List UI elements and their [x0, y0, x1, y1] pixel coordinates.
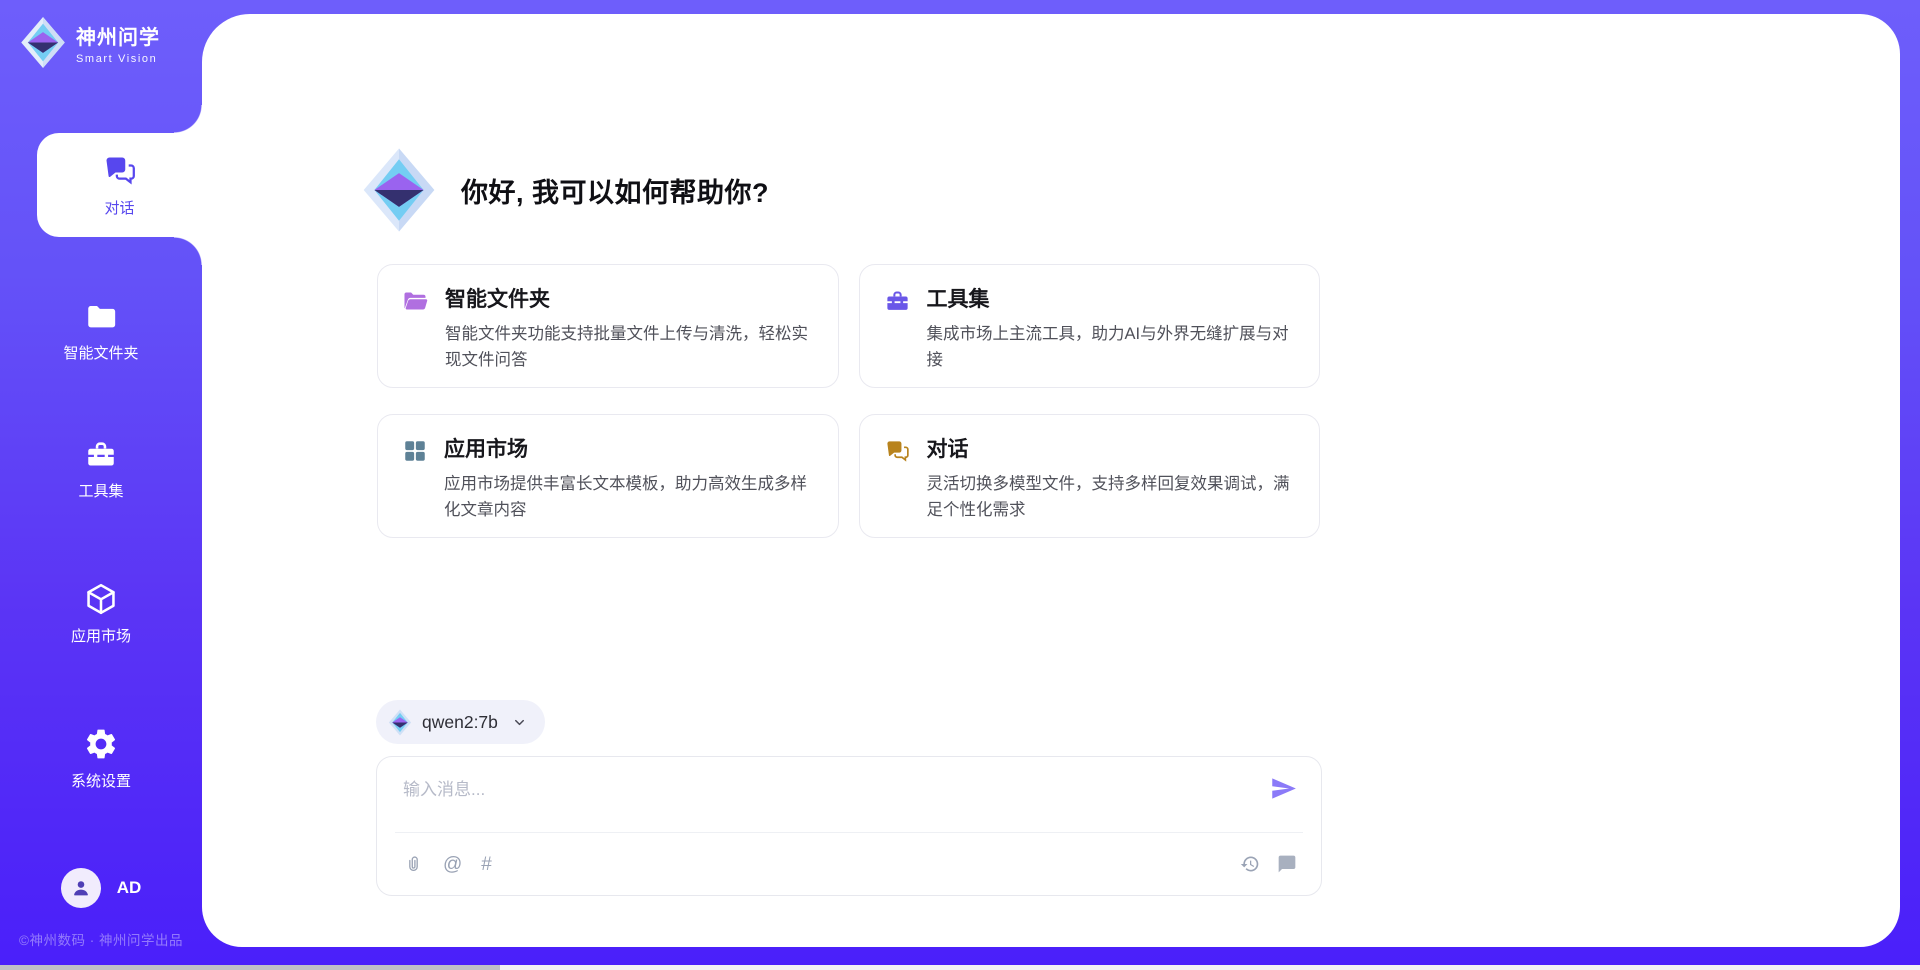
card-title: 应用市场 — [444, 433, 814, 463]
paperclip-icon[interactable] — [403, 854, 424, 875]
person-icon — [70, 877, 92, 899]
sidebar-item-settings[interactable]: 系统设置 — [0, 713, 202, 803]
folder-open-icon — [402, 288, 429, 369]
toolbox-icon — [884, 288, 911, 369]
diamond-logo-icon — [361, 147, 437, 233]
message-composer: @ # — [376, 756, 1322, 896]
grid-icon — [402, 438, 428, 519]
composer-toolbar: @ # — [403, 833, 1297, 895]
card-description: 应用市场提供丰富长文本模板，助力高效生成多样化文章内容 — [444, 471, 814, 524]
card-smart-folder[interactable]: 智能文件夹 智能文件夹功能支持批量文件上传与清洗，轻松实现文件问答 — [377, 264, 839, 388]
scrollbar-thumb[interactable] — [0, 965, 500, 970]
cube-icon — [83, 581, 119, 617]
card-toolset[interactable]: 工具集 集成市场上主流工具，助力AI与外界无缝扩展与对接 — [859, 264, 1321, 388]
avatar — [61, 868, 101, 908]
sidebar-item-label: 工具集 — [78, 480, 123, 501]
horizontal-scrollbar — [0, 965, 1920, 970]
diamond-logo-icon — [388, 709, 412, 736]
gear-icon — [83, 726, 119, 762]
chevron-down-icon — [512, 715, 527, 730]
card-description: 灵活切换多模型文件，支持多样回复效果调试，满足个性化需求 — [927, 471, 1296, 524]
sidebar-item-label: 应用市场 — [71, 625, 131, 646]
sidebar-item-folders[interactable]: 智能文件夹 — [0, 286, 202, 376]
brand: 神州问学 Smart Vision — [20, 16, 160, 69]
sidebar-item-toolset[interactable]: 工具集 — [0, 424, 202, 514]
card-chat[interactable]: 对话 灵活切换多模型文件，支持多样回复效果调试，满足个性化需求 — [859, 414, 1321, 538]
user-name: AD — [117, 878, 142, 898]
card-description: 集成市场上主流工具，助力AI与外界无缝扩展与对接 — [927, 321, 1296, 374]
sidebar-item-chat[interactable]: 对话 — [37, 133, 202, 237]
chat-icon — [884, 438, 911, 519]
sidebar-footer-credit: ©神州数码 · 神州问学出品 — [0, 929, 202, 949]
sidebar-item-label: 对话 — [104, 197, 134, 218]
card-app-market[interactable]: 应用市场 应用市场提供丰富长文本模板，助力高效生成多样化文章内容 — [377, 414, 839, 538]
brand-name: 神州问学 — [76, 21, 160, 50]
message-icon[interactable] — [1277, 854, 1297, 874]
model-name: qwen2:7b — [422, 712, 498, 733]
brand-tagline: Smart Vision — [76, 53, 160, 65]
greeting-title: 你好, 我可以如何帮助你? — [461, 171, 769, 210]
chat-icon — [102, 153, 138, 189]
sidebar-item-app-market[interactable]: 应用市场 — [0, 568, 202, 658]
at-icon[interactable]: @ — [443, 855, 462, 874]
folder-icon — [84, 300, 118, 334]
message-input[interactable] — [403, 775, 1249, 825]
card-title: 对话 — [927, 433, 1296, 463]
toolbox-icon — [84, 438, 118, 472]
sidebar: 神州问学 Smart Vision 对话 智能文件夹 — [0, 0, 202, 970]
card-title: 工具集 — [927, 283, 1296, 313]
sidebar-item-label: 系统设置 — [71, 770, 131, 791]
card-title: 智能文件夹 — [445, 283, 814, 313]
hash-icon[interactable]: # — [481, 855, 492, 874]
greeting: 你好, 我可以如何帮助你? — [361, 147, 769, 233]
send-icon[interactable] — [1270, 775, 1297, 802]
feature-cards: 智能文件夹 智能文件夹功能支持批量文件上传与清洗，轻松实现文件问答 工具集 集成… — [377, 264, 1320, 538]
sidebar-item-label: 智能文件夹 — [63, 342, 138, 363]
model-selector[interactable]: qwen2:7b — [376, 700, 545, 744]
user-menu[interactable]: AD — [0, 868, 202, 908]
card-description: 智能文件夹功能支持批量文件上传与清洗，轻松实现文件问答 — [445, 321, 814, 374]
history-icon[interactable] — [1240, 854, 1260, 874]
diamond-logo-icon — [20, 16, 66, 69]
